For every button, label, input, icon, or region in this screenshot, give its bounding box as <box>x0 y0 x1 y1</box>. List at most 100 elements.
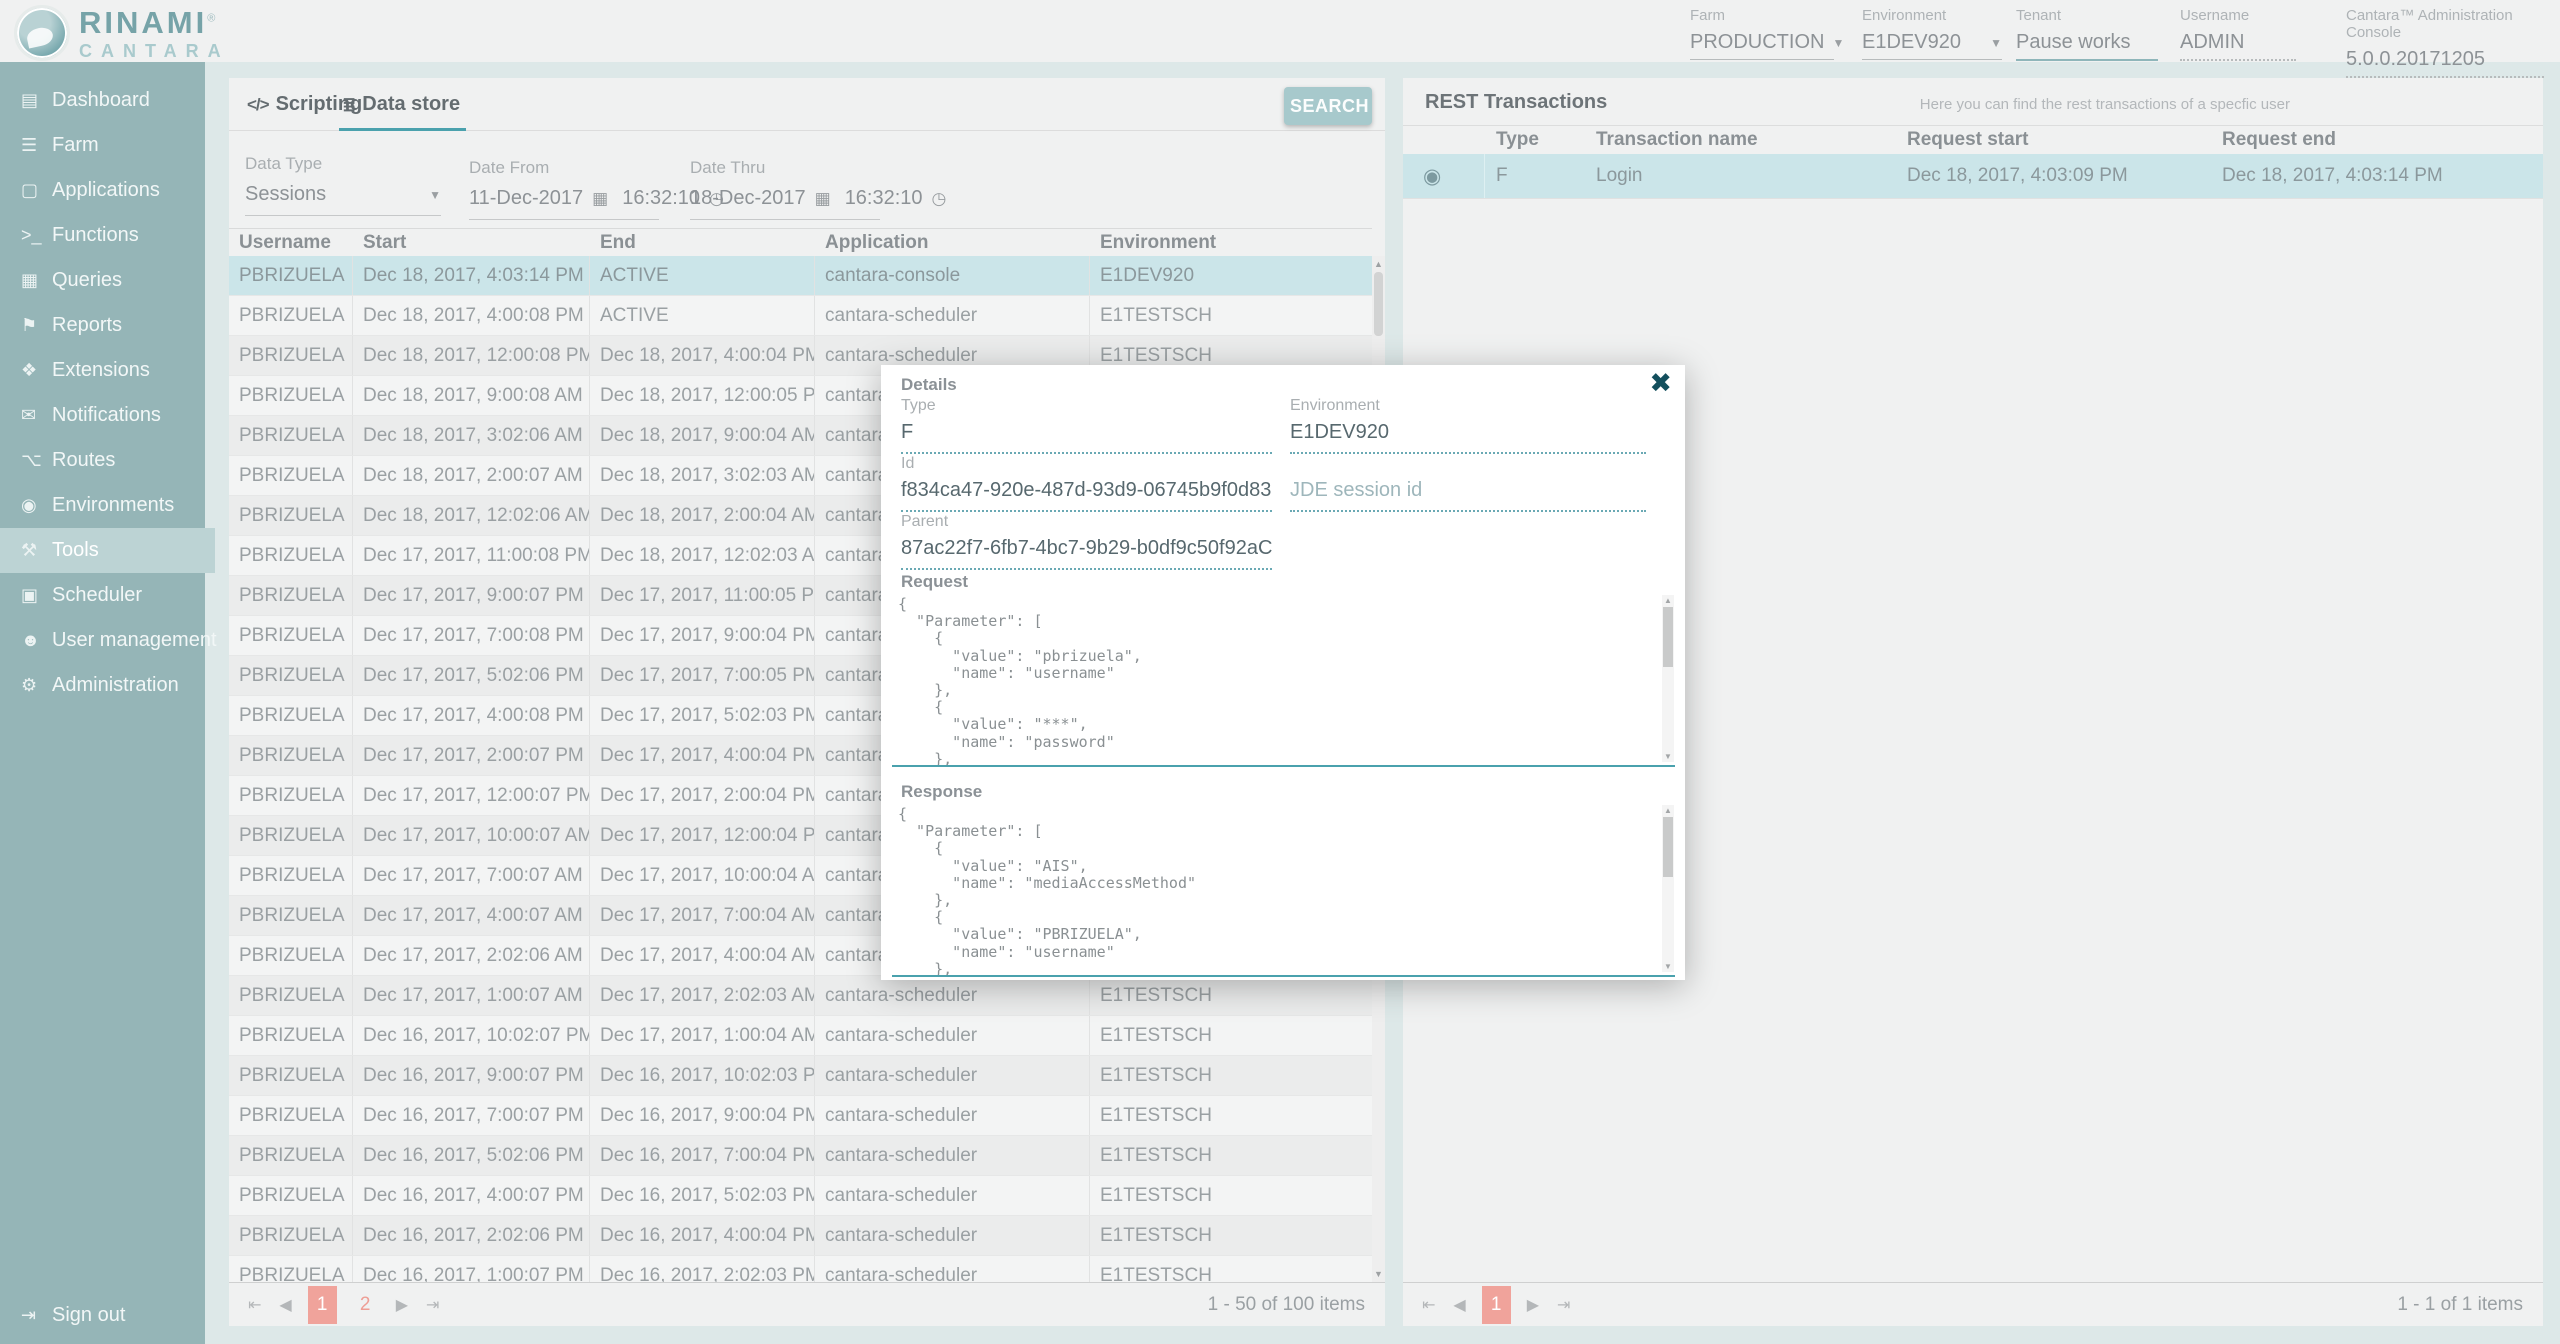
table-cell: E1TESTSCH <box>1090 1056 1372 1095</box>
environments-icon: ◉ <box>21 495 49 516</box>
page-number-button[interactable]: 1 <box>308 1286 337 1324</box>
sidebar-item-administration[interactable]: ⚙Administration <box>0 663 205 708</box>
page-next-button[interactable]: ▶ <box>1527 1295 1539 1315</box>
scrollbar-thumb[interactable] <box>1374 272 1383 336</box>
sidebar-item-routes[interactable]: ⌥Routes <box>0 438 205 483</box>
column-header-start[interactable]: Start <box>353 232 590 254</box>
clock-icon[interactable]: ◷ <box>932 189 947 209</box>
page-last-button[interactable]: ⇥ <box>1557 1295 1570 1315</box>
column-header-request-start[interactable]: Request start <box>1896 129 2211 151</box>
search-button[interactable]: SEARCH <box>1284 87 1372 125</box>
rest-transaction-row[interactable]: ◉ F Login Dec 18, 2017, 4:03:09 PM Dec 1… <box>1403 154 2543 199</box>
request-scrollbar[interactable]: ▲ ▼ <box>1662 595 1674 762</box>
column-header-environment[interactable]: Environment <box>1090 232 1372 254</box>
jde-session-id-placeholder[interactable]: JDE session id <box>1290 479 1646 503</box>
column-header-username[interactable]: Username <box>229 232 353 254</box>
table-row[interactable]: PBRIZUELADec 17, 2017, 1:00:07 AMDec 17,… <box>229 976 1372 1016</box>
dashboard-icon: ▤ <box>21 90 49 111</box>
scrollbar-thumb[interactable] <box>1663 817 1673 877</box>
table-row[interactable]: PBRIZUELADec 16, 2017, 10:02:07 PMDec 17… <box>229 1016 1372 1056</box>
environment-detail-field[interactable]: Environment E1DEV920 <box>1290 397 1646 454</box>
column-header-request-end[interactable]: Request end <box>2211 129 2543 151</box>
table-cell: PBRIZUELA <box>229 936 353 975</box>
page-last-button[interactable]: ⇥ <box>426 1295 439 1315</box>
table-row[interactable]: PBRIZUELADec 16, 2017, 2:02:06 PMDec 16,… <box>229 1216 1372 1256</box>
scroll-down-icon[interactable]: ▼ <box>1662 962 1674 971</box>
sidebar-item-label: Tools <box>52 539 99 562</box>
parent-field[interactable]: Parent 87ac22f7-6fb7-4bc7-9b29-b0df9c50f… <box>901 513 1272 570</box>
sidebar-item-applications[interactable]: ▢Applications <box>0 168 205 213</box>
page-number-button[interactable]: 1 <box>1482 1286 1511 1324</box>
sidebar-item-notifications[interactable]: ✉Notifications <box>0 393 205 438</box>
date-from-value[interactable]: 11-Dec-2017 <box>469 187 583 210</box>
sidebar-item-scheduler[interactable]: ▣Scheduler <box>0 573 205 618</box>
page-first-button[interactable]: ⇤ <box>248 1295 261 1315</box>
code-icon: </> <box>247 95 269 114</box>
sign-out-button[interactable]: ⇥ Sign out <box>0 1293 205 1338</box>
table-cell: PBRIZUELA <box>229 616 353 655</box>
environment-select[interactable]: Environment E1DEV920▼ <box>1862 7 2002 60</box>
table-row[interactable]: PBRIZUELADec 18, 2017, 4:03:14 PMACTIVEc… <box>229 256 1372 296</box>
tab-data-store[interactable]: ≣Data store <box>342 93 460 116</box>
sidebar-item-environments[interactable]: ◉Environments <box>0 483 205 528</box>
calendar-icon[interactable]: ▦ <box>815 189 831 209</box>
page-first-button[interactable]: ⇤ <box>1422 1295 1435 1315</box>
farm-select[interactable]: Farm PRODUCTION▼ <box>1690 7 1834 60</box>
sidebar-item-farm[interactable]: ☰Farm <box>0 123 205 168</box>
table-row[interactable]: PBRIZUELADec 16, 2017, 1:00:07 PMDec 16,… <box>229 1256 1372 1282</box>
table-row[interactable]: PBRIZUELADec 16, 2017, 5:02:06 PMDec 16,… <box>229 1136 1372 1176</box>
chevron-down-icon[interactable]: ▼ <box>1832 36 1844 50</box>
jde-session-id-field[interactable]: JDE session id <box>1290 455 1646 512</box>
console-version-label: Cantara™ Administration Console <box>2346 7 2544 41</box>
sidebar-item-reports[interactable]: ⚑Reports <box>0 303 205 348</box>
data-type-value: Sessions <box>245 183 326 206</box>
eye-icon[interactable]: ◉ <box>1423 164 1441 189</box>
scroll-up-icon[interactable]: ▲ <box>1662 596 1674 605</box>
sidebar-item-user-management[interactable]: ☻User management <box>0 618 205 663</box>
chevron-down-icon[interactable]: ▼ <box>1990 36 2002 50</box>
page-prev-button[interactable]: ◀ <box>1453 1295 1465 1315</box>
table-row[interactable]: PBRIZUELADec 16, 2017, 9:00:07 PMDec 16,… <box>229 1056 1372 1096</box>
time-from-value[interactable]: 16:32:10 <box>622 187 700 210</box>
scroll-up-icon[interactable]: ▲ <box>1662 806 1674 815</box>
date-thru-value[interactable]: 18-Dec-2017 <box>690 187 806 210</box>
applications-icon: ▢ <box>21 180 49 201</box>
calendar-icon[interactable]: ▦ <box>592 189 608 209</box>
table-row[interactable]: PBRIZUELADec 18, 2017, 4:00:08 PMACTIVEc… <box>229 296 1372 336</box>
date-from-field[interactable]: Date From 11-Dec-2017▦16:32:10◷ <box>469 158 659 220</box>
date-thru-label: Date Thru <box>690 158 880 178</box>
table-row[interactable]: PBRIZUELADec 16, 2017, 4:00:07 PMDec 16,… <box>229 1176 1372 1216</box>
time-thru-value[interactable]: 16:32:10 <box>845 187 923 210</box>
tenant-field[interactable]: Tenant Pause works <box>2016 7 2158 61</box>
sidebar-item-tools[interactable]: ⚒Tools <box>0 528 215 573</box>
response-scrollbar[interactable]: ▲ ▼ <box>1662 805 1674 972</box>
column-header-transaction-name[interactable]: Transaction name <box>1585 129 1896 151</box>
sidebar-item-functions[interactable]: >_Functions <box>0 213 205 258</box>
date-thru-field[interactable]: Date Thru 18-Dec-2017▦16:32:10◷ <box>690 158 880 220</box>
column-header-end[interactable]: End <box>590 232 815 254</box>
id-field[interactable]: Id f834ca47-920e-487d-93d9-06745b9f0d83 <box>901 455 1272 512</box>
environment-label: Environment <box>1862 7 2002 24</box>
table-row[interactable]: PBRIZUELADec 16, 2017, 7:00:07 PMDec 16,… <box>229 1096 1372 1136</box>
close-icon[interactable]: ✖ <box>1649 368 1672 399</box>
tools-icon: ⚒ <box>21 540 49 561</box>
request-code-box[interactable]: { "Parameter": [ { "value": "pbrizuela",… <box>892 593 1675 767</box>
type-field[interactable]: Type F <box>901 397 1272 454</box>
chevron-down-icon[interactable]: ▼ <box>429 188 441 202</box>
scroll-up-icon[interactable]: ▲ <box>1372 259 1385 269</box>
page-number-button[interactable]: 2 <box>351 1286 380 1324</box>
scrollbar-thumb[interactable] <box>1663 607 1673 667</box>
table-cell: Dec 17, 2017, 4:00:07 AM <box>353 896 590 935</box>
sidebar-item-queries[interactable]: ▦Queries <box>0 258 205 303</box>
data-type-select[interactable]: Data Type Sessions▼ <box>245 154 441 216</box>
sidebar-item-extensions[interactable]: ❖Extensions <box>0 348 205 393</box>
page-next-button[interactable]: ▶ <box>396 1295 408 1315</box>
page-prev-button[interactable]: ◀ <box>279 1295 291 1315</box>
column-header-application[interactable]: Application <box>815 232 1090 254</box>
response-code-box[interactable]: { "Parameter": [ { "value": "AIS", "name… <box>892 803 1675 977</box>
sidebar-item-dashboard[interactable]: ▤Dashboard <box>0 78 205 123</box>
sidebar-item-label: Functions <box>52 224 139 247</box>
column-header-type[interactable]: Type <box>1485 129 1585 151</box>
scroll-down-icon[interactable]: ▼ <box>1662 752 1674 761</box>
scroll-down-icon[interactable]: ▼ <box>1372 1269 1385 1279</box>
